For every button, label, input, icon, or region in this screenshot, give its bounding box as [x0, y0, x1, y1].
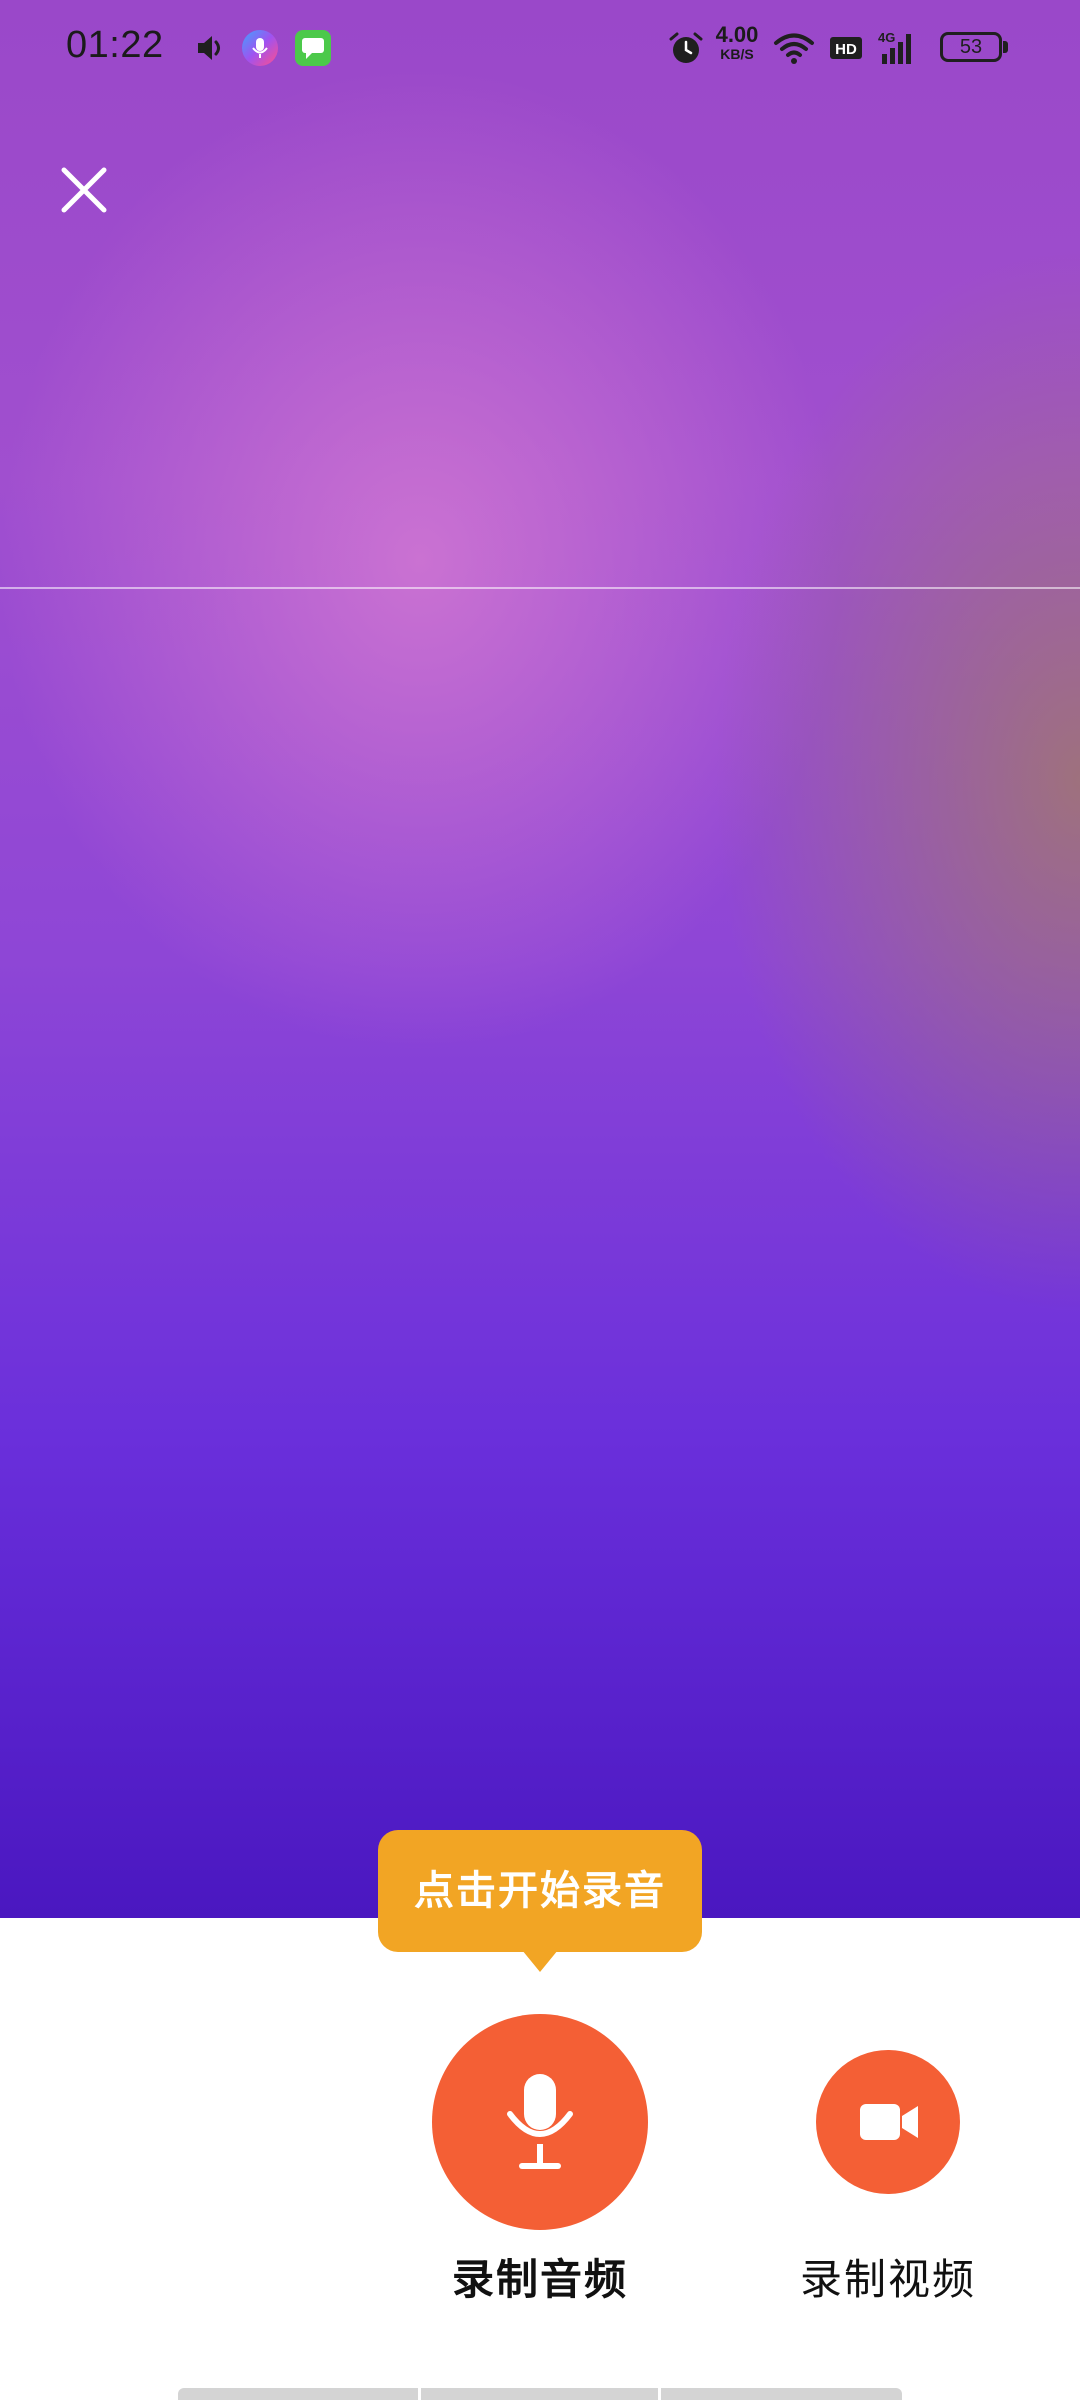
speaker-icon — [190, 28, 230, 68]
status-time: 01:22 — [66, 24, 164, 66]
status-bar: 01:22 4.00 KB/S HD 4G 53 — [0, 0, 1080, 100]
record-video-label[interactable]: 录制视频 — [758, 2246, 1018, 2307]
voice-recorder-app-icon — [240, 28, 280, 68]
record-audio-button[interactable] — [432, 2014, 648, 2230]
video-camera-icon — [860, 2104, 918, 2140]
network-speed: 4.00 KB/S — [712, 22, 762, 62]
network-speed-value: 4.00 — [715, 22, 759, 47]
record-audio-label[interactable]: 录制音频 — [400, 2246, 680, 2307]
hd-label: HD — [835, 41, 857, 58]
message-app-icon — [293, 28, 333, 68]
start-recording-tooltip: 点击开始录音 — [378, 1830, 702, 1952]
divider-line — [0, 587, 1080, 589]
wifi-icon — [772, 28, 816, 68]
home-indicator-segment — [658, 2388, 661, 2400]
hd-icon: HD — [826, 28, 866, 68]
battery-level: 53 — [959, 36, 983, 58]
close-button[interactable] — [54, 160, 114, 220]
network-speed-unit: KB/S — [720, 46, 754, 62]
home-indicator[interactable] — [178, 2388, 902, 2400]
alarm-icon — [666, 28, 706, 68]
tooltip-arrow — [522, 1950, 558, 1972]
close-icon — [61, 167, 107, 213]
microphone-icon — [507, 2074, 573, 2169]
battery-icon: 53 — [940, 32, 1002, 62]
network-type-label: 4G — [878, 30, 895, 45]
record-video-button[interactable] — [816, 2050, 960, 2194]
signal-4g-icon: 4G — [876, 28, 922, 68]
battery-tip — [1003, 41, 1008, 53]
background-gradient — [0, 0, 1080, 1918]
home-indicator-segment — [418, 2388, 421, 2400]
